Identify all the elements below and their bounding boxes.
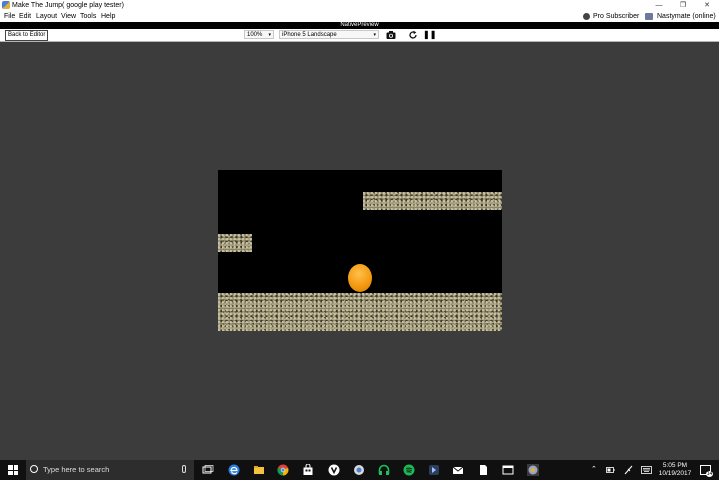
panel-title: NativePreview	[0, 22, 719, 29]
window-title: Make The Jump( google play tester)	[12, 2, 124, 9]
chevron-down-icon: ▾	[373, 32, 376, 38]
keyboard-icon[interactable]	[641, 466, 652, 474]
left-ledge-platform	[218, 234, 252, 252]
minimize-button[interactable]: —	[647, 0, 671, 11]
app-dark-icon[interactable]	[428, 464, 440, 476]
menu-bar: File Edit Layout View Tools Help Pro Sub…	[0, 11, 719, 22]
store-icon[interactable]	[302, 464, 314, 476]
camera-icon[interactable]	[386, 30, 396, 40]
pro-subscriber-label[interactable]: Pro Subscriber	[593, 12, 639, 21]
app-green-icon[interactable]	[378, 464, 390, 476]
title-bar: Make The Jump( google play tester) — ❐ ✕	[0, 0, 719, 11]
network-icon[interactable]	[624, 465, 633, 475]
restore-button[interactable]: ❐	[671, 0, 695, 11]
device-value: iPhone 5 Landscape	[282, 32, 337, 38]
gear-icon[interactable]	[583, 13, 590, 20]
battery-icon[interactable]	[606, 466, 615, 474]
upper-right-platform	[363, 192, 502, 210]
taskbar: Type here to search ⌃ 5:05 PM 10/19/2017…	[0, 460, 719, 480]
preview-toolbar: Back to Editor 100% ▾ iPhone 5 Landscape…	[0, 29, 719, 42]
cortana-icon	[30, 465, 38, 473]
file-explorer-icon[interactable]	[253, 464, 265, 476]
refresh-icon[interactable]	[408, 30, 418, 40]
menu-tools[interactable]: Tools	[80, 12, 96, 21]
clock-time: 5:05 PM	[662, 462, 688, 469]
back-to-editor-button[interactable]: Back to Editor	[5, 30, 49, 41]
device-select[interactable]: iPhone 5 Landscape ▾	[279, 30, 379, 39]
mail-icon[interactable]	[452, 464, 464, 476]
pause-icon[interactable]: ❚❚	[423, 30, 436, 40]
edge-icon[interactable]	[228, 464, 240, 476]
app-logo-icon	[2, 1, 10, 9]
menu-layout[interactable]: Layout	[36, 12, 57, 21]
menu-file[interactable]: File	[4, 12, 15, 21]
notification-center-icon[interactable]: 14	[700, 465, 713, 477]
menu-view[interactable]: View	[61, 12, 76, 21]
zoom-select[interactable]: 100% ▾	[244, 30, 274, 39]
taskbar-search-box[interactable]: Type here to search	[26, 460, 194, 480]
microphone-icon[interactable]	[182, 465, 186, 473]
task-view-icon[interactable]	[202, 464, 214, 476]
windows-start-icon[interactable]	[8, 465, 18, 475]
menu-edit[interactable]: Edit	[19, 12, 31, 21]
spotify-icon[interactable]	[403, 464, 415, 476]
search-placeholder: Type here to search	[43, 465, 110, 474]
vivaldi-icon[interactable]	[328, 464, 340, 476]
player-ball	[348, 264, 372, 292]
system-clock[interactable]: 5:05 PM 10/19/2017	[657, 462, 693, 478]
buildbox-icon[interactable]	[353, 464, 365, 476]
clock-date: 10/19/2017	[658, 470, 692, 477]
app-window-icon[interactable]	[502, 464, 514, 476]
user-status-label[interactable]: Nastymate (online)	[657, 12, 716, 21]
ground-platform	[218, 293, 502, 331]
chrome-icon[interactable]	[277, 464, 289, 476]
menu-help[interactable]: Help	[101, 12, 115, 21]
zoom-value: 100%	[247, 32, 263, 38]
game-preview-canvas[interactable]	[218, 170, 502, 331]
chevron-down-icon: ▾	[268, 32, 271, 38]
user-avatar-icon	[645, 13, 653, 20]
game-app-icon[interactable]	[527, 464, 539, 476]
tray-chevron-up-icon[interactable]: ⌃	[591, 465, 597, 475]
close-button[interactable]: ✕	[695, 0, 719, 11]
notification-count-badge: 14	[706, 471, 713, 477]
file-icon[interactable]	[477, 464, 489, 476]
